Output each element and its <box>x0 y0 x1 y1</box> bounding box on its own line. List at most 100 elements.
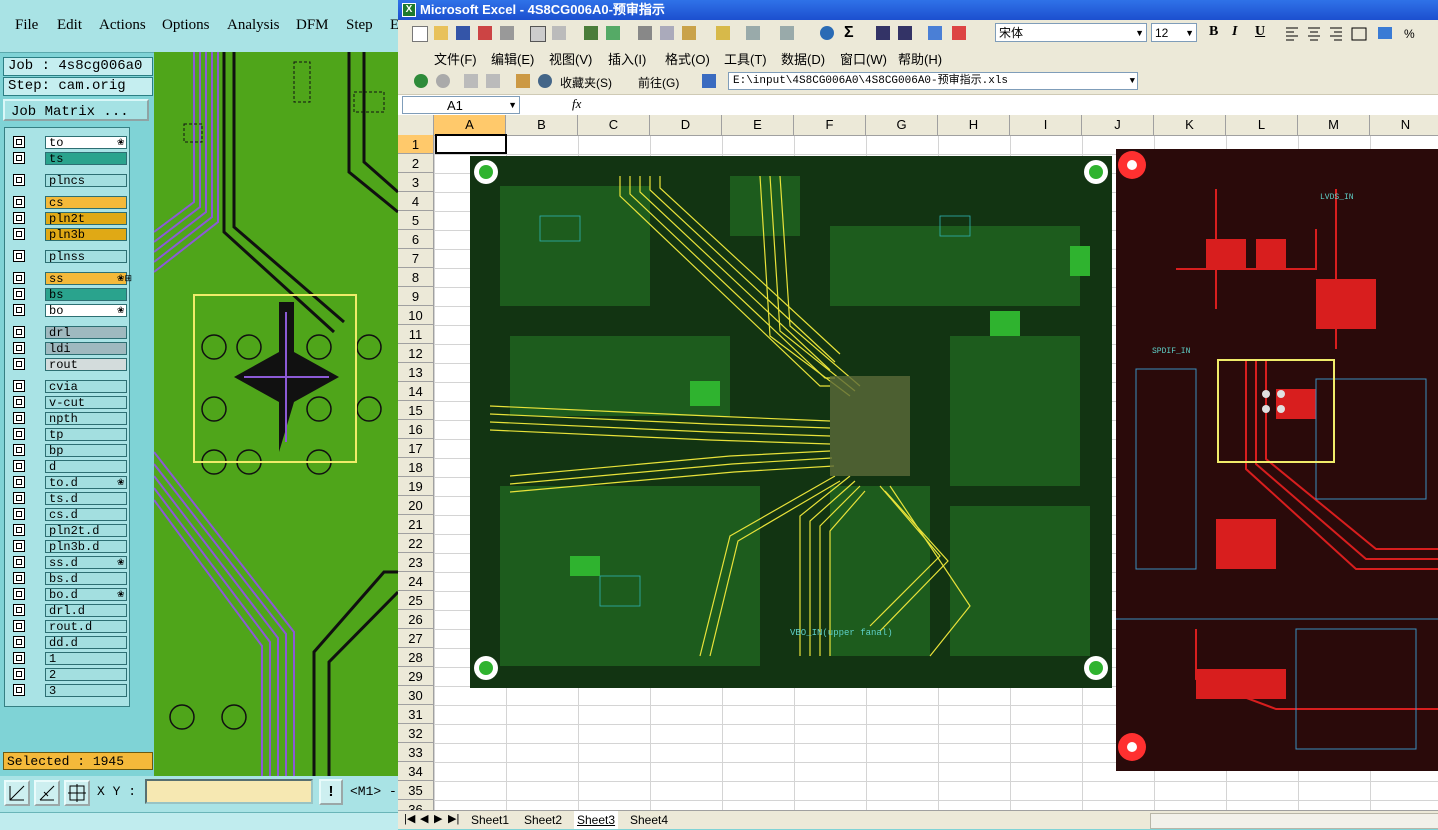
layer-label[interactable]: drl <box>45 326 127 339</box>
layer-row[interactable]: to.d ❀ <box>9 476 127 490</box>
research-icon[interactable] <box>604 24 622 42</box>
layer-row[interactable]: pln2t.d <box>9 524 127 538</box>
row-header[interactable]: 17 <box>398 439 434 458</box>
sheet-tab-4[interactable]: Sheet4 <box>627 811 671 829</box>
copy-icon[interactable] <box>658 24 676 42</box>
layer-row[interactable]: v-cut <box>9 396 127 410</box>
layer-checkbox[interactable] <box>13 540 25 552</box>
next-sheet-icon[interactable]: ▶ <box>434 812 442 825</box>
print-icon[interactable] <box>498 24 516 42</box>
column-header[interactable]: K <box>1154 115 1226 135</box>
layer-checkbox[interactable] <box>13 304 25 316</box>
stop-icon[interactable] <box>462 72 480 90</box>
layer-label[interactable]: pln2t.d <box>45 524 127 537</box>
layer-row[interactable]: cs.d <box>9 508 127 522</box>
row-header[interactable]: 36 <box>398 800 434 810</box>
layer-checkbox[interactable] <box>13 604 25 616</box>
layer-checkbox[interactable] <box>13 492 25 504</box>
layer-label[interactable]: pln3b.d <box>45 540 127 553</box>
layer-label[interactable]: bs.d <box>45 572 127 585</box>
layer-label[interactable]: 2 <box>45 668 127 681</box>
row-header[interactable]: 6 <box>398 230 434 249</box>
row-header[interactable]: 15 <box>398 401 434 420</box>
active-cell-a1[interactable] <box>435 134 507 154</box>
prev-sheet-icon[interactable]: ◀ <box>420 812 428 825</box>
column-header[interactable]: F <box>794 115 866 135</box>
undo-icon[interactable] <box>744 24 762 42</box>
row-header[interactable]: 18 <box>398 458 434 477</box>
layer-checkbox[interactable] <box>13 250 25 262</box>
sheet-tab-2[interactable]: Sheet2 <box>521 811 565 829</box>
layer-checkbox[interactable] <box>13 342 25 354</box>
menu-edit[interactable]: Edit <box>57 17 82 34</box>
menu-file[interactable]: File <box>15 17 38 34</box>
layer-label[interactable]: to.d <box>45 476 127 489</box>
permission-icon[interactable] <box>476 24 494 42</box>
menu-actions[interactable]: Actions <box>99 17 146 34</box>
layer-checkbox[interactable] <box>13 652 25 664</box>
search-icon[interactable] <box>536 72 554 90</box>
menu-analysis[interactable]: Analysis <box>227 17 280 34</box>
layer-label[interactable]: bo.d <box>45 588 127 601</box>
cut-icon[interactable] <box>636 24 654 42</box>
underline-button[interactable]: U <box>1255 24 1265 40</box>
row-header[interactable]: 9 <box>398 287 434 306</box>
row-header[interactable]: 31 <box>398 705 434 724</box>
layer-checkbox[interactable] <box>13 588 25 600</box>
layer-checkbox[interactable] <box>13 428 25 440</box>
menu-edit-cn[interactable]: 编辑(E) <box>491 49 534 68</box>
row-header[interactable]: 3 <box>398 173 434 192</box>
layer-checkbox[interactable] <box>13 272 25 284</box>
layer-label[interactable]: cs <box>45 196 127 209</box>
row-header[interactable]: 30 <box>398 686 434 705</box>
layer-checkbox[interactable] <box>13 174 25 186</box>
column-header[interactable]: B <box>506 115 578 135</box>
layer-checkbox[interactable] <box>13 636 25 648</box>
layer-checkbox[interactable] <box>13 288 25 300</box>
first-sheet-icon[interactable]: |◀ <box>404 812 415 825</box>
zoom-fit-icon[interactable] <box>4 780 30 806</box>
layer-checkbox[interactable] <box>13 508 25 520</box>
layer-label[interactable]: dd.d <box>45 636 127 649</box>
forward-icon[interactable] <box>434 72 452 90</box>
layer-label[interactable]: plnss <box>45 250 127 263</box>
layer-row[interactable]: bs <box>9 288 127 302</box>
snap-grid-icon[interactable] <box>64 780 90 806</box>
row-header[interactable]: 21 <box>398 515 434 534</box>
menu-data-cn[interactable]: 数据(D) <box>781 49 825 68</box>
row-header[interactable]: 22 <box>398 534 434 553</box>
worksheet-grid[interactable]: ABCDEFGHIJKLMN 1 2 3 4 5 6 7 8 9 10 11 12 13 14 15 16 17… <box>398 115 1438 810</box>
layer-row[interactable]: plnss <box>9 250 127 264</box>
refresh-icon[interactable] <box>484 72 502 90</box>
layer-checkbox[interactable] <box>13 524 25 536</box>
pcb-red-image[interactable]: LVDS_IN SPDIF_IN <box>1116 149 1438 771</box>
row-header[interactable]: 33 <box>398 743 434 762</box>
layer-label[interactable]: cvia <box>45 380 127 393</box>
sort-desc-icon[interactable] <box>896 24 914 42</box>
column-header[interactable]: I <box>1010 115 1082 135</box>
menu-help-cn[interactable]: 帮助(H) <box>898 49 942 68</box>
row-header[interactable]: 28 <box>398 648 434 667</box>
column-header[interactable]: C <box>578 115 650 135</box>
bold-button[interactable]: B <box>1209 24 1218 40</box>
layer-label[interactable]: bp <box>45 444 127 457</box>
layer-label[interactable]: ss <box>45 272 127 285</box>
layer-label[interactable]: ss.d <box>45 556 127 569</box>
layer-row[interactable]: cs <box>9 196 127 210</box>
layer-row[interactable]: 1 <box>9 652 127 666</box>
row-header[interactable]: 1 <box>398 135 434 154</box>
layer-checkbox[interactable] <box>13 556 25 568</box>
column-header[interactable]: J <box>1082 115 1154 135</box>
layer-row[interactable]: ss.d ❀ <box>9 556 127 570</box>
font-size-select[interactable]: 12 ▼ <box>1151 23 1197 42</box>
layer-row[interactable]: d <box>9 460 127 474</box>
layer-checkbox[interactable] <box>13 212 25 224</box>
format-toolbar-icons[interactable]: % <box>1282 24 1438 42</box>
row-header[interactable]: 20 <box>398 496 434 515</box>
column-header[interactable]: E <box>722 115 794 135</box>
layer-row[interactable]: dd.d <box>9 636 127 650</box>
row-header[interactable]: 29 <box>398 667 434 686</box>
menu-tools-cn[interactable]: 工具(T) <box>724 49 767 68</box>
layer-row[interactable]: ts.d <box>9 492 127 506</box>
layer-row[interactable]: pln3b.d <box>9 540 127 554</box>
